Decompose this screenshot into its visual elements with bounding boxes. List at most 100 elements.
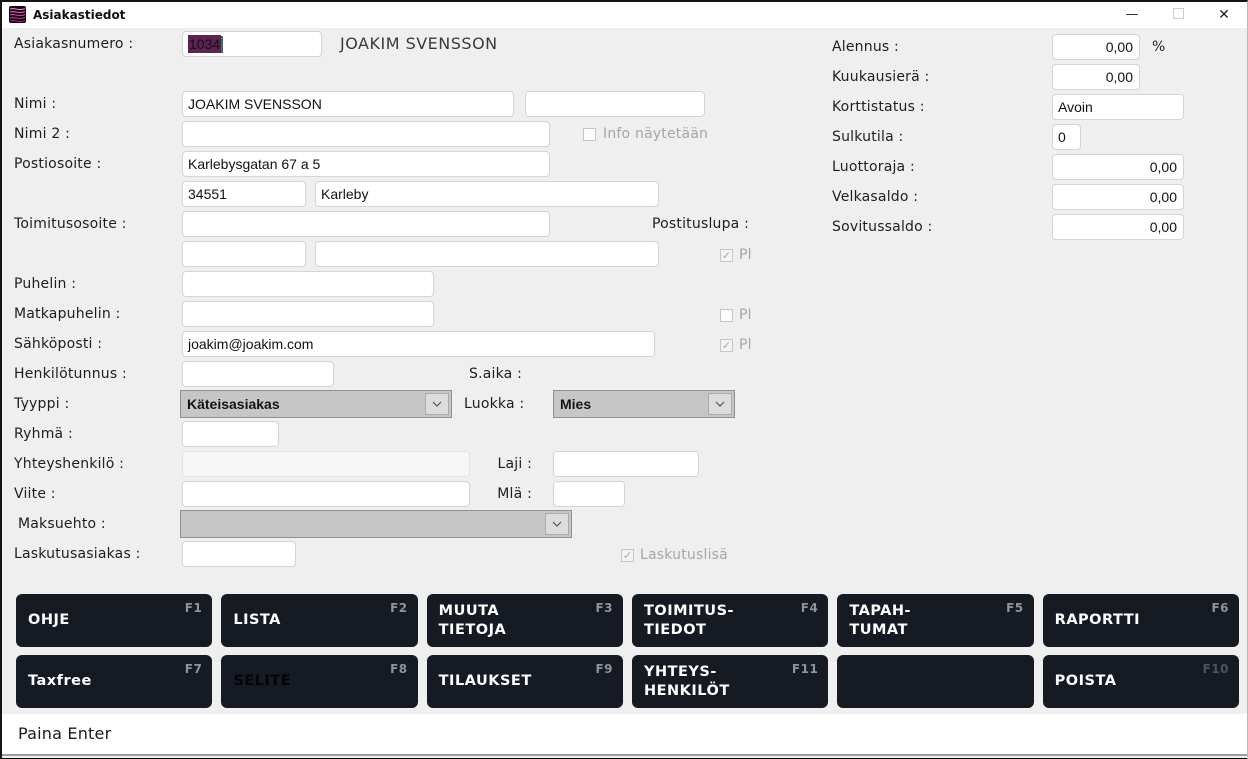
status-message: Paina Enter bbox=[18, 714, 111, 754]
sahkoposti-input[interactable]: joakim@joakim.com bbox=[182, 331, 655, 357]
postituslupa-mobile-checkbox[interactable]: ✓ bbox=[720, 309, 733, 322]
kuukausiera-label: Kuukausierä : bbox=[832, 64, 929, 90]
toimitus-postinumero-input[interactable] bbox=[182, 241, 306, 267]
korttistatus-input[interactable]: Avoin bbox=[1052, 94, 1184, 120]
laskutuslisa-checkbox[interactable]: ✓ bbox=[621, 549, 634, 562]
postiosoite-value: Karlebysgatan 67 a 5 bbox=[188, 156, 320, 172]
sulkutila-input[interactable]: 0 bbox=[1052, 124, 1081, 150]
mla-input[interactable] bbox=[553, 481, 625, 507]
ryhma-input[interactable] bbox=[182, 421, 279, 447]
laskutusasiakas-input[interactable] bbox=[182, 541, 296, 567]
toimitusosoite-input[interactable] bbox=[182, 211, 550, 237]
luottoraja-input[interactable]: 0,00 bbox=[1052, 154, 1184, 180]
postituslupa-post-checkbox[interactable]: ✓ bbox=[720, 249, 733, 262]
tilaukset-button[interactable]: F9 TILAUKSET bbox=[427, 655, 623, 708]
matkapuhelin-label: Matkapuhelin : bbox=[14, 301, 120, 327]
nimi-input[interactable]: JOAKIM SVENSSON bbox=[182, 91, 514, 117]
check-icon: ✓ bbox=[623, 550, 632, 561]
button-label: POISTA bbox=[1055, 672, 1227, 691]
postituslupa-email-label: Pl bbox=[739, 332, 752, 358]
sahkoposti-value: joakim@joakim.com bbox=[188, 336, 313, 352]
puhelin-label: Puhelin : bbox=[14, 271, 76, 297]
sovitussaldo-label: Sovitussaldo : bbox=[832, 214, 932, 240]
korttistatus-value: Avoin bbox=[1058, 99, 1093, 115]
laji-label: Laji : bbox=[472, 451, 532, 477]
kuukausiera-input[interactable]: 0,00 bbox=[1052, 64, 1140, 90]
alennus-label: Alennus : bbox=[832, 34, 899, 60]
tyyppi-dropdown[interactable]: Käteisasiakas bbox=[180, 390, 452, 418]
velkasaldo-label: Velkasaldo : bbox=[832, 184, 918, 210]
button-label: LISTA bbox=[233, 611, 405, 630]
ohje-button[interactable]: F1 OHJE bbox=[16, 594, 212, 647]
laskutusasiakas-label: Laskutusasiakas : bbox=[14, 541, 141, 567]
henkilotunnus-label: Henkilötunnus : bbox=[14, 361, 127, 387]
yhteyshenkilo-input[interactable] bbox=[182, 451, 470, 477]
ryhma-label: Ryhmä : bbox=[14, 421, 73, 447]
maksuehto-dropdown[interactable] bbox=[180, 510, 572, 538]
viite-input[interactable] bbox=[182, 481, 470, 507]
nimi-extra-input[interactable] bbox=[525, 91, 705, 117]
close-button[interactable]: ✕ bbox=[1201, 2, 1247, 28]
button-label: TIETOJA bbox=[439, 621, 611, 640]
luottoraja-value: 0,00 bbox=[1150, 159, 1177, 175]
sovitussaldo-value: 0,00 bbox=[1150, 219, 1177, 235]
status-bar: Paina Enter bbox=[2, 714, 1247, 754]
fn-key-label: F10 bbox=[1203, 662, 1229, 676]
asiakasnumero-input[interactable]: 1034 bbox=[182, 31, 322, 57]
luokka-dropdown[interactable]: Mies bbox=[553, 390, 735, 418]
check-icon: ✓ bbox=[722, 340, 731, 351]
button-label: YHTEYS- bbox=[644, 663, 816, 682]
sahkoposti-label: Sähköposti : bbox=[14, 331, 102, 357]
yhteyshenkilot-button[interactable]: F11 YHTEYS-HENKILÖT bbox=[632, 655, 828, 708]
button-label: TOIMITUS- bbox=[644, 602, 816, 621]
alennus-unit: % bbox=[1152, 34, 1166, 60]
function-button-grid: F1 OHJE F2 LISTA F3 MUUTATIETOJA F4 TOIM… bbox=[16, 594, 1239, 708]
postitoimipaikka-input[interactable]: Karleby bbox=[315, 181, 659, 207]
taxfree-button[interactable]: F7 Taxfree bbox=[16, 655, 212, 708]
velkasaldo-input[interactable]: 0,00 bbox=[1052, 184, 1184, 210]
laji-input[interactable] bbox=[553, 451, 699, 477]
toimitustiedot-button[interactable]: F4 TOIMITUS-TIEDOT bbox=[632, 594, 828, 647]
asiakasnumero-selected-text: 1034 bbox=[188, 35, 221, 53]
poista-button[interactable]: F10 POISTA bbox=[1043, 655, 1239, 708]
postiosoite-input[interactable]: Karlebysgatan 67 a 5 bbox=[182, 151, 550, 177]
postinumero-input[interactable]: 34551 bbox=[182, 181, 306, 207]
maksuehto-label: Maksuehto : bbox=[18, 511, 106, 537]
empty-button bbox=[837, 655, 1033, 708]
minimize-button[interactable]: — bbox=[1109, 2, 1155, 28]
toimitus-postitoimipaikka-input[interactable] bbox=[315, 241, 659, 267]
kuukausiera-value: 0,00 bbox=[1106, 69, 1133, 85]
henkilotunnus-input[interactable] bbox=[182, 361, 334, 387]
button-label: RAPORTTI bbox=[1055, 611, 1227, 630]
matkapuhelin-input[interactable] bbox=[182, 301, 434, 327]
button-label: SELITE bbox=[233, 672, 405, 691]
info-naytetaan-checkbox[interactable]: ✓ bbox=[583, 128, 596, 141]
chevron-down-icon bbox=[545, 513, 569, 535]
selite-button[interactable]: F8 SELITE bbox=[221, 655, 417, 708]
button-label: TILAUKSET bbox=[439, 672, 611, 691]
asiakastiedot-window: Asiakastiedot — ✕ Asiakasnumero : Nimi :… bbox=[0, 0, 1248, 759]
puhelin-input[interactable] bbox=[182, 271, 434, 297]
muuta-tietoja-button[interactable]: F3 MUUTATIETOJA bbox=[427, 594, 623, 647]
alennus-input[interactable]: 0,00 bbox=[1052, 34, 1140, 60]
nimi2-input[interactable] bbox=[182, 121, 550, 147]
chevron-down-icon bbox=[425, 393, 449, 415]
text-caret bbox=[221, 36, 223, 53]
lista-button[interactable]: F2 LISTA bbox=[221, 594, 417, 647]
sovitussaldo-input[interactable]: 0,00 bbox=[1052, 214, 1184, 240]
postitoimipaikka-value: Karleby bbox=[321, 186, 368, 202]
window-title: Asiakastiedot bbox=[33, 2, 125, 28]
fn-key-label: F3 bbox=[595, 601, 613, 615]
laskutuslisa-label: Laskutuslisä bbox=[640, 542, 728, 568]
raportti-button[interactable]: F6 RAPORTTI bbox=[1043, 594, 1239, 647]
postituslupa-label: Postituslupa : bbox=[652, 211, 749, 237]
tapahtumat-button[interactable]: F5 TAPAH-TUMAT bbox=[837, 594, 1033, 647]
maximize-button[interactable] bbox=[1155, 2, 1201, 28]
fn-key-label: F11 bbox=[792, 662, 818, 676]
fn-key-label: F7 bbox=[185, 662, 203, 676]
nimi-value: JOAKIM SVENSSON bbox=[188, 96, 322, 112]
button-label: TUMAT bbox=[849, 621, 1021, 640]
postituslupa-email-checkbox[interactable]: ✓ bbox=[720, 339, 733, 352]
postituslupa-post-label: Pl bbox=[739, 242, 752, 268]
velkasaldo-value: 0,00 bbox=[1150, 189, 1177, 205]
